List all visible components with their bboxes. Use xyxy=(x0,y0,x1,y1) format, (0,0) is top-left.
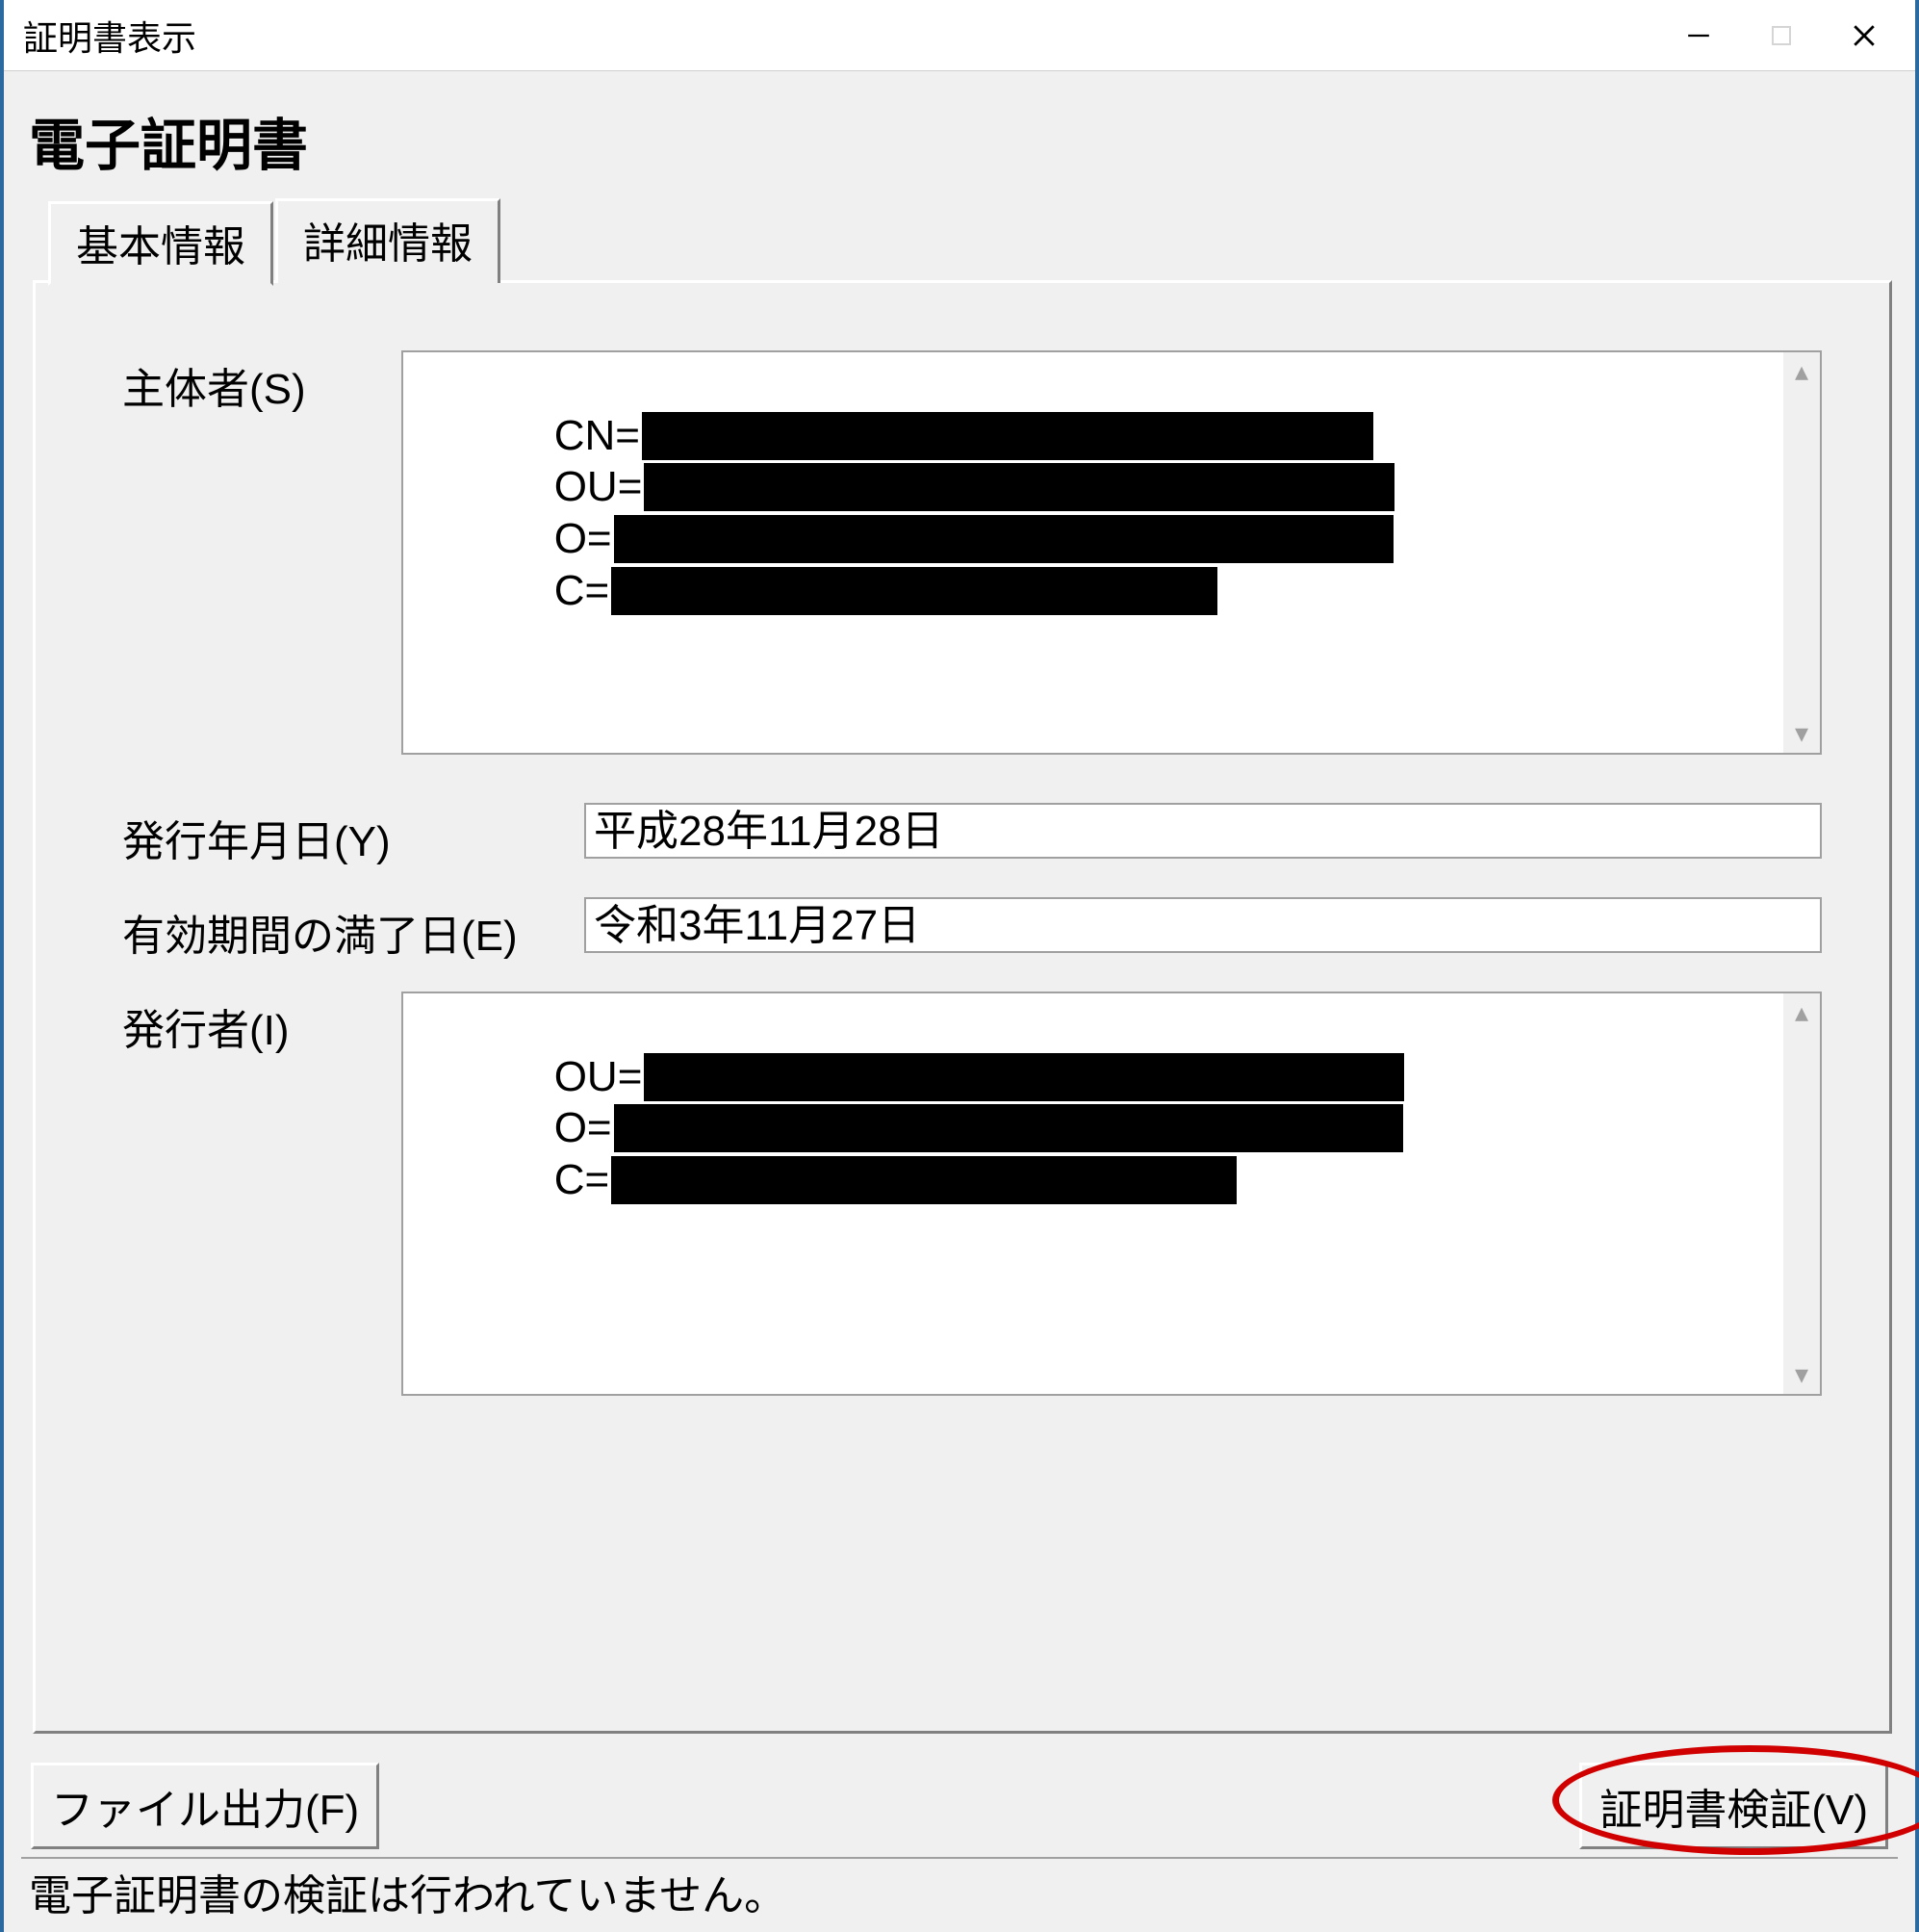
subject-content: CN= OU= O= C= xyxy=(403,352,1783,753)
issuer-c-prefix: C= xyxy=(554,1154,609,1206)
issuer-content: OU= O= C= xyxy=(403,993,1783,1394)
redacted-block xyxy=(614,1104,1403,1152)
subject-label: 主体者(S) xyxy=(122,350,401,755)
scroll-up-icon: ▴ xyxy=(1795,358,1808,385)
issue-date-row: 発行年月日(Y) 平成28年11月28日 xyxy=(122,803,1822,868)
client-area: 電子証明書 基本情報 詳細情報 主体者(S) CN= OU= O= C= ▴ ▾ xyxy=(4,71,1915,1932)
close-icon xyxy=(1852,23,1877,48)
close-button[interactable] xyxy=(1823,9,1906,63)
scroll-down-icon: ▾ xyxy=(1795,1361,1808,1388)
expiry-field[interactable]: 令和3年11月27日 xyxy=(584,897,1822,953)
subject-textarea[interactable]: CN= OU= O= C= ▴ ▾ xyxy=(401,350,1822,755)
verify-certificate-button[interactable]: 証明書検証(V) xyxy=(1579,1763,1888,1849)
tabstrip: 基本情報 詳細情報 xyxy=(21,198,1898,283)
issuer-o-prefix: O= xyxy=(554,1102,612,1154)
redacted-block xyxy=(642,412,1373,460)
issue-date-field[interactable]: 平成28年11月28日 xyxy=(584,803,1822,859)
maximize-icon xyxy=(1770,24,1793,47)
redacted-block xyxy=(614,515,1394,563)
scroll-up-icon: ▴ xyxy=(1795,999,1808,1026)
file-output-button[interactable]: ファイル出力(F) xyxy=(31,1763,379,1849)
maximize-button[interactable] xyxy=(1740,9,1823,63)
redacted-block xyxy=(644,463,1394,511)
subject-cn-prefix: CN= xyxy=(554,410,640,462)
window-root: 証明書表示 電子証明書 基本情報 詳細情報 主体者(S) CN= xyxy=(0,0,1919,1932)
expiry-label: 有効期間の満了日(E) xyxy=(122,897,584,963)
tab-detail-info[interactable]: 詳細情報 xyxy=(275,198,500,283)
issuer-ou-prefix: OU= xyxy=(554,1051,643,1103)
issuer-row: 発行者(I) OU= O= C= ▴ ▾ xyxy=(122,992,1822,1396)
subject-scrollbar[interactable]: ▴ ▾ xyxy=(1783,352,1820,753)
issuer-textarea[interactable]: OU= O= C= ▴ ▾ xyxy=(401,992,1822,1396)
issue-date-label: 発行年月日(Y) xyxy=(122,803,584,868)
scroll-down-icon: ▾ xyxy=(1795,720,1808,747)
status-bar: 電子証明書の検証は行われていません。 xyxy=(21,1857,1898,1922)
verify-wrap: 証明書検証(V) xyxy=(1579,1763,1888,1849)
minimize-icon xyxy=(1686,23,1711,48)
redacted-block xyxy=(611,567,1217,615)
button-row: ファイル出力(F) 証明書検証(V) xyxy=(21,1734,1898,1857)
page-heading: 電子証明書 xyxy=(21,100,1898,198)
titlebar: 証明書表示 xyxy=(4,0,1915,71)
issuer-label: 発行者(I) xyxy=(122,992,401,1396)
redacted-block xyxy=(611,1156,1237,1204)
window-title: 証明書表示 xyxy=(13,11,1657,61)
tab-basic-info[interactable]: 基本情報 xyxy=(48,201,273,286)
window-controls xyxy=(1657,9,1906,63)
expiry-row: 有効期間の満了日(E) 令和3年11月27日 xyxy=(122,897,1822,963)
minimize-button[interactable] xyxy=(1657,9,1740,63)
subject-ou-prefix: OU= xyxy=(554,461,643,513)
redacted-block xyxy=(644,1053,1404,1101)
issuer-scrollbar[interactable]: ▴ ▾ xyxy=(1783,993,1820,1394)
subject-c-prefix: C= xyxy=(554,565,609,617)
subject-row: 主体者(S) CN= OU= O= C= ▴ ▾ xyxy=(122,350,1822,755)
subject-o-prefix: O= xyxy=(554,513,612,565)
tab-panel-basic: 主体者(S) CN= OU= O= C= ▴ ▾ 発行年月日(Y) 平 xyxy=(33,280,1892,1734)
